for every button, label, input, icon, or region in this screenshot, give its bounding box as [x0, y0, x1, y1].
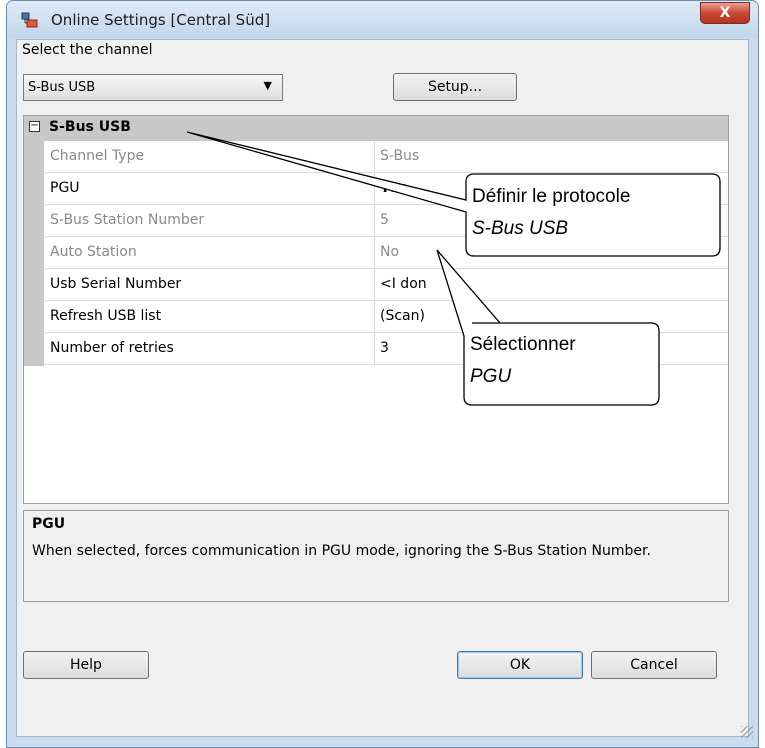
description-title: PGU: [32, 516, 66, 532]
column-divider: [374, 205, 375, 237]
property-name: Auto Station: [50, 244, 137, 260]
property-value: S-Bus: [380, 148, 420, 164]
property-name: Channel Type: [50, 148, 145, 164]
property-value: No: [380, 244, 400, 260]
callout-protocol-line2: S-Bus USB: [472, 218, 569, 239]
grid-gutter: [24, 141, 44, 366]
property-value[interactable]: (Scan): [380, 308, 425, 324]
callout-pgu-line1: Sélectionner: [470, 334, 576, 355]
property-name: Refresh USB list: [50, 308, 162, 324]
column-divider: [374, 269, 375, 301]
resize-grip-icon[interactable]: [741, 726, 753, 738]
property-row-station-number[interactable]: S-Bus Station Number 5: [44, 205, 728, 237]
channel-select-value: S-Bus USB: [28, 80, 96, 95]
property-row-usb-serial[interactable]: Usb Serial Number <I don: [44, 269, 728, 301]
column-divider: [374, 301, 375, 333]
property-value[interactable]: <I don: [380, 276, 427, 292]
collapse-icon[interactable]: −: [29, 121, 40, 132]
close-button[interactable]: X: [700, 2, 750, 24]
description-text: When selected, forces communication in P…: [32, 543, 651, 559]
property-row-auto-station[interactable]: Auto Station No: [44, 237, 728, 269]
channel-select[interactable]: S-Bus USB ▼: [23, 74, 283, 101]
network-settings-icon: [21, 12, 38, 28]
callout-protocol-line1: Définir le protocole: [472, 186, 631, 207]
window-title: Online Settings [Central Süd]: [51, 11, 271, 29]
category-label: S-Bus USB: [49, 119, 131, 135]
property-value: 5: [380, 212, 389, 228]
property-name: PGU: [50, 180, 80, 196]
setup-button[interactable]: Setup...: [393, 73, 517, 101]
property-name: S-Bus Station Number: [50, 212, 205, 228]
close-icon: X: [719, 5, 731, 21]
chevron-down-icon: ▼: [263, 79, 272, 92]
property-value[interactable]: 3: [380, 340, 389, 356]
column-divider: [374, 237, 375, 269]
column-divider: [374, 173, 375, 205]
column-divider: [374, 333, 375, 365]
description-panel: PGU When selected, forces communication …: [23, 510, 729, 602]
property-row-refresh-usb[interactable]: Refresh USB list (Scan): [44, 301, 728, 333]
callout-pgu-line2: PGU: [470, 366, 512, 387]
cancel-button[interactable]: Cancel: [591, 651, 717, 679]
ok-button[interactable]: OK: [457, 651, 583, 679]
property-name: Usb Serial Number: [50, 276, 182, 292]
title-bar[interactable]: Online Settings [Central Süd] X: [7, 1, 758, 38]
property-value[interactable]: Yes: [380, 180, 407, 196]
category-row[interactable]: − S-Bus USB: [24, 116, 728, 141]
help-button[interactable]: Help: [23, 651, 149, 679]
property-row-retries[interactable]: Number of retries 3: [44, 333, 728, 365]
property-name: Number of retries: [50, 340, 174, 356]
select-channel-label: Select the channel: [22, 42, 153, 58]
column-divider: [374, 141, 375, 173]
property-grid: − S-Bus USB Channel Type S-Bus PGU Yes ▼…: [23, 115, 729, 504]
property-row-channel-type[interactable]: Channel Type S-Bus: [44, 141, 728, 173]
